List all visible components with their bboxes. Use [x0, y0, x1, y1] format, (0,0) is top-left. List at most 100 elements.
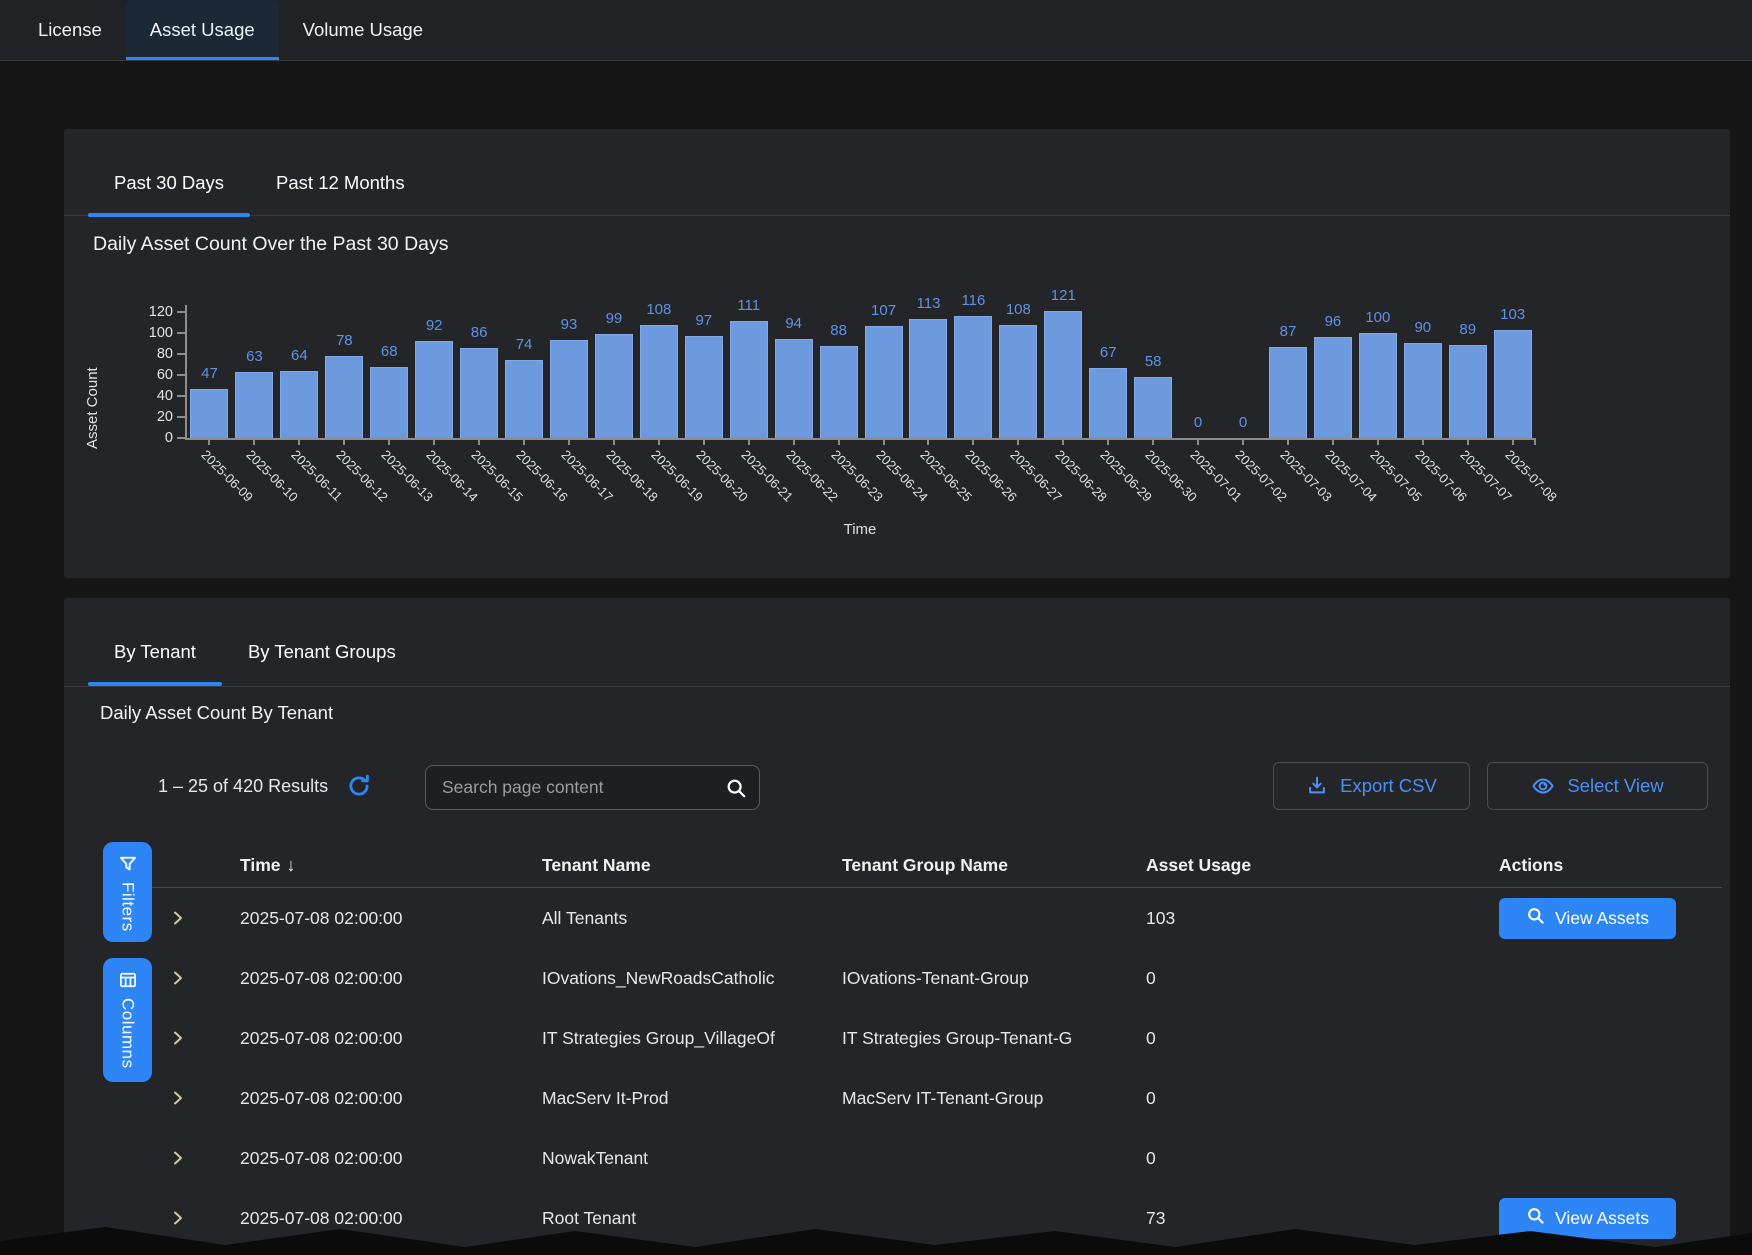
x-tick-mark: [1377, 438, 1379, 445]
chart-range-tabs: Past 30 Days Past 12 Months: [88, 150, 431, 215]
bar-2025-06-09[interactable]: [190, 389, 228, 438]
bar-value-label: 68: [381, 343, 398, 360]
x-tick-mark: [972, 438, 974, 445]
bar-chart-plot: 020406080100120472025-06-09632025-06-106…: [185, 305, 1535, 440]
bar-slot: 972025-06-20: [681, 305, 726, 438]
bar-2025-06-23[interactable]: [820, 346, 858, 438]
cell-tenant-name: NowakTenant: [542, 1148, 842, 1169]
refresh-icon[interactable]: [346, 773, 372, 799]
results-count-text: 1 – 25 of 420 Results: [158, 776, 328, 797]
bar-2025-06-22[interactable]: [775, 339, 813, 438]
tab-asset-usage[interactable]: Asset Usage: [126, 0, 279, 60]
x-tick-mark: [1107, 438, 1109, 445]
bar-2025-06-21[interactable]: [730, 321, 768, 438]
y-tick-label: 60: [157, 367, 173, 383]
filters-button[interactable]: Filters: [103, 842, 152, 942]
tab-volume-usage[interactable]: Volume Usage: [279, 0, 447, 60]
expand-chevron-icon[interactable]: [130, 1210, 240, 1226]
table-row: 2025-07-08 02:00:00IT Strategies Group_V…: [130, 1008, 1722, 1068]
bar-2025-06-14[interactable]: [415, 341, 453, 438]
header-asset-usage[interactable]: Asset Usage: [1146, 855, 1499, 876]
search-icon[interactable]: [725, 777, 747, 799]
select-view-button[interactable]: Select View: [1487, 762, 1708, 810]
bar-value-label: 0: [1239, 414, 1247, 431]
bar-2025-07-07[interactable]: [1449, 345, 1487, 438]
bar-slot: 472025-06-09: [187, 305, 232, 438]
bar-2025-07-05[interactable]: [1359, 333, 1397, 438]
cell-time: 2025-07-08 02:00:00: [240, 1148, 542, 1169]
asset-usage-chart-card: Past 30 Days Past 12 Months Daily Asset …: [64, 129, 1730, 578]
bar-2025-07-08[interactable]: [1494, 330, 1532, 438]
bar-value-label: 113: [917, 295, 941, 312]
bar-slot: 1002025-07-05: [1355, 305, 1400, 438]
bar-2025-07-06[interactable]: [1404, 343, 1442, 438]
bar-value-label: 107: [871, 302, 896, 319]
bar-slot: 902025-07-06: [1400, 305, 1445, 438]
tab-by-tenant[interactable]: By Tenant: [88, 619, 222, 684]
view-assets-button[interactable]: View Assets: [1499, 898, 1676, 939]
bar-2025-06-25[interactable]: [909, 319, 947, 438]
bar-slot: 942025-06-22: [771, 305, 816, 438]
columns-button[interactable]: Columns: [103, 958, 152, 1082]
search-input[interactable]: [442, 777, 725, 798]
bar-2025-06-10[interactable]: [235, 372, 273, 438]
bar-2025-06-13[interactable]: [370, 367, 408, 438]
bar-2025-06-18[interactable]: [595, 334, 633, 438]
bar-2025-06-19[interactable]: [640, 325, 678, 438]
export-csv-button[interactable]: Export CSV: [1273, 762, 1470, 810]
cell-tenant-name: IT Strategies Group_VillageOf: [542, 1028, 842, 1049]
x-tick-mark: [883, 438, 885, 445]
results-summary: 1 – 25 of 420 Results: [158, 762, 372, 810]
bar-2025-06-28[interactable]: [1044, 311, 1082, 438]
expand-chevron-icon[interactable]: [130, 1090, 240, 1106]
bar-2025-06-11[interactable]: [280, 371, 318, 438]
cell-time: 2025-07-08 02:00:00: [240, 1028, 542, 1049]
columns-icon: [118, 970, 138, 990]
header-tenant-name[interactable]: Tenant Name: [542, 855, 842, 876]
y-tick-label: 80: [157, 346, 173, 362]
bar-2025-06-17[interactable]: [550, 340, 588, 438]
cell-tenant-group-name: IT Strategies Group-Tenant-G: [842, 1028, 1146, 1049]
bar-2025-06-30[interactable]: [1134, 377, 1172, 438]
tab-license[interactable]: License: [14, 0, 126, 60]
tab-past-30-days[interactable]: Past 30 Days: [88, 150, 250, 215]
x-tick-mark: [838, 438, 840, 445]
bar-value-label: 90: [1414, 319, 1431, 336]
bar-value-label: 94: [785, 315, 802, 332]
header-time[interactable]: Time↓: [240, 855, 542, 876]
x-tick-mark: [1197, 438, 1199, 445]
y-tick-mark: [177, 311, 185, 313]
cell-tenant-name: MacServ It-Prod: [542, 1088, 842, 1109]
bar-slot: 1212025-06-28: [1041, 305, 1086, 438]
bar-value-label: 111: [737, 297, 760, 314]
bar-2025-06-24[interactable]: [865, 326, 903, 438]
bar-value-label: 63: [246, 348, 263, 365]
table-row: 2025-07-08 02:00:00MacServ It-ProdMacSer…: [130, 1068, 1722, 1128]
bar-value-label: 58: [1145, 353, 1162, 370]
x-tick-mark: [1332, 438, 1334, 445]
cell-time: 2025-07-08 02:00:00: [240, 968, 542, 989]
x-axis-label: Time: [185, 521, 1535, 538]
bar-2025-06-12[interactable]: [325, 356, 363, 438]
y-axis-label: Asset Count: [84, 299, 101, 449]
bar-2025-07-03[interactable]: [1269, 347, 1307, 438]
y-tick-mark: [177, 437, 185, 439]
table-group-tabs: By Tenant By Tenant Groups: [88, 619, 422, 684]
bar-slot: 992025-06-18: [591, 305, 636, 438]
bar-2025-06-16[interactable]: [505, 360, 543, 438]
x-tick-mark: [703, 438, 705, 445]
bar-2025-06-29[interactable]: [1089, 368, 1127, 438]
bar-2025-06-20[interactable]: [685, 336, 723, 438]
table-row: 2025-07-08 02:00:00IOvations_NewRoadsCat…: [130, 948, 1722, 1008]
tab-by-tenant-groups[interactable]: By Tenant Groups: [222, 619, 422, 684]
bar-2025-06-15[interactable]: [460, 348, 498, 438]
bar-2025-07-04[interactable]: [1314, 337, 1352, 438]
cell-asset-usage: 0: [1146, 1028, 1499, 1049]
tab-past-12-months[interactable]: Past 12 Months: [250, 150, 431, 215]
bar-2025-06-26[interactable]: [954, 316, 992, 438]
bar-2025-06-27[interactable]: [999, 325, 1037, 438]
expand-chevron-icon[interactable]: [130, 1150, 240, 1166]
x-tick-mark: [1422, 438, 1424, 445]
header-tenant-group-name[interactable]: Tenant Group Name: [842, 855, 1146, 876]
top-tab-bar: License Asset Usage Volume Usage: [0, 0, 1752, 61]
